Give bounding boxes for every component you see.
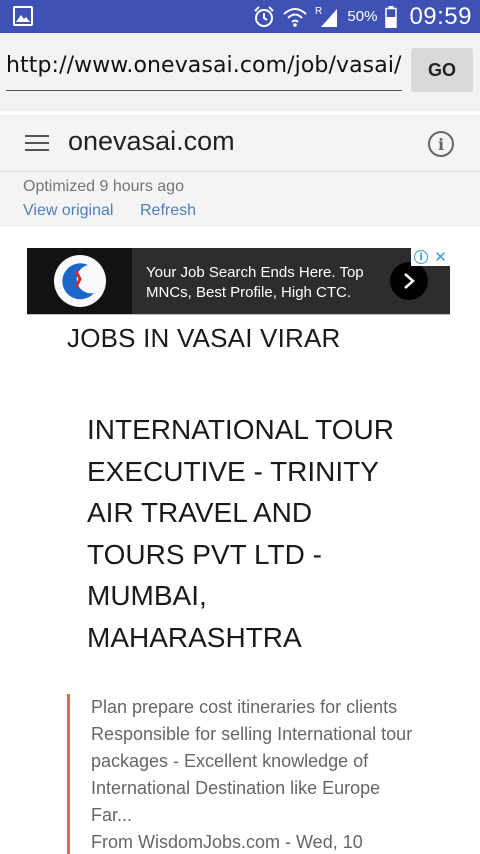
- site-title: onevasai.com: [68, 126, 235, 156]
- ad-logo-icon: [54, 255, 106, 307]
- menu-icon[interactable]: [25, 135, 49, 153]
- wifi-icon: [283, 7, 308, 27]
- optimized-header: onevasai.com i: [0, 115, 480, 171]
- ad-choices[interactable]: i ✕: [411, 248, 450, 266]
- job-description: Plan prepare cost itineraries for client…: [91, 694, 421, 854]
- chevron-right-icon[interactable]: [390, 262, 428, 300]
- quote-accent-bar: [67, 694, 70, 854]
- optimized-status: Optimized 9 hours ago: [23, 178, 184, 195]
- alarm-icon: [254, 5, 275, 27]
- signal-icon: R: [315, 6, 338, 27]
- url-underline: [6, 90, 402, 91]
- ad-close-icon[interactable]: ✕: [434, 249, 447, 265]
- go-button[interactable]: GO: [411, 48, 473, 92]
- info-icon[interactable]: i: [428, 131, 454, 157]
- job-source: From WisdomJobs.com - Wed, 10: [91, 832, 363, 852]
- clock: 09:59: [409, 2, 472, 30]
- optimized-bar: Optimized 9 hours ago View original Refr…: [0, 171, 480, 227]
- ad-logo-area: [27, 248, 132, 314]
- ad-divider: [27, 314, 450, 315]
- status-icons: R 50% 09:59: [253, 0, 472, 33]
- ad-banner[interactable]: Your Job Search Ends Here. Top MNCs, Bes…: [27, 248, 450, 314]
- view-original-link[interactable]: View original: [23, 202, 113, 220]
- svg-text:R: R: [315, 6, 322, 17]
- battery-percent: 50%: [347, 8, 378, 25]
- job-description-text: Plan prepare cost itineraries for client…: [91, 697, 413, 825]
- battery-icon: [385, 5, 398, 28]
- ad-info-icon[interactable]: i: [414, 250, 429, 264]
- url-bar: http://www.onevasai.com/job/vasai/ GO: [0, 33, 480, 111]
- refresh-link[interactable]: Refresh: [140, 202, 196, 220]
- status-bar: R 50% 09:59: [0, 0, 480, 33]
- job-title-link[interactable]: INTERNATIONAL TOUR EXECUTIVE - TRINITY A…: [87, 409, 407, 658]
- ad-text: Your Job Search Ends Here. Top MNCs, Bes…: [146, 264, 364, 301]
- gallery-icon: [13, 6, 33, 26]
- url-input[interactable]: http://www.onevasai.com/job/vasai/: [6, 53, 402, 87]
- page-heading: JOBS IN VASAI VIRAR: [67, 323, 341, 353]
